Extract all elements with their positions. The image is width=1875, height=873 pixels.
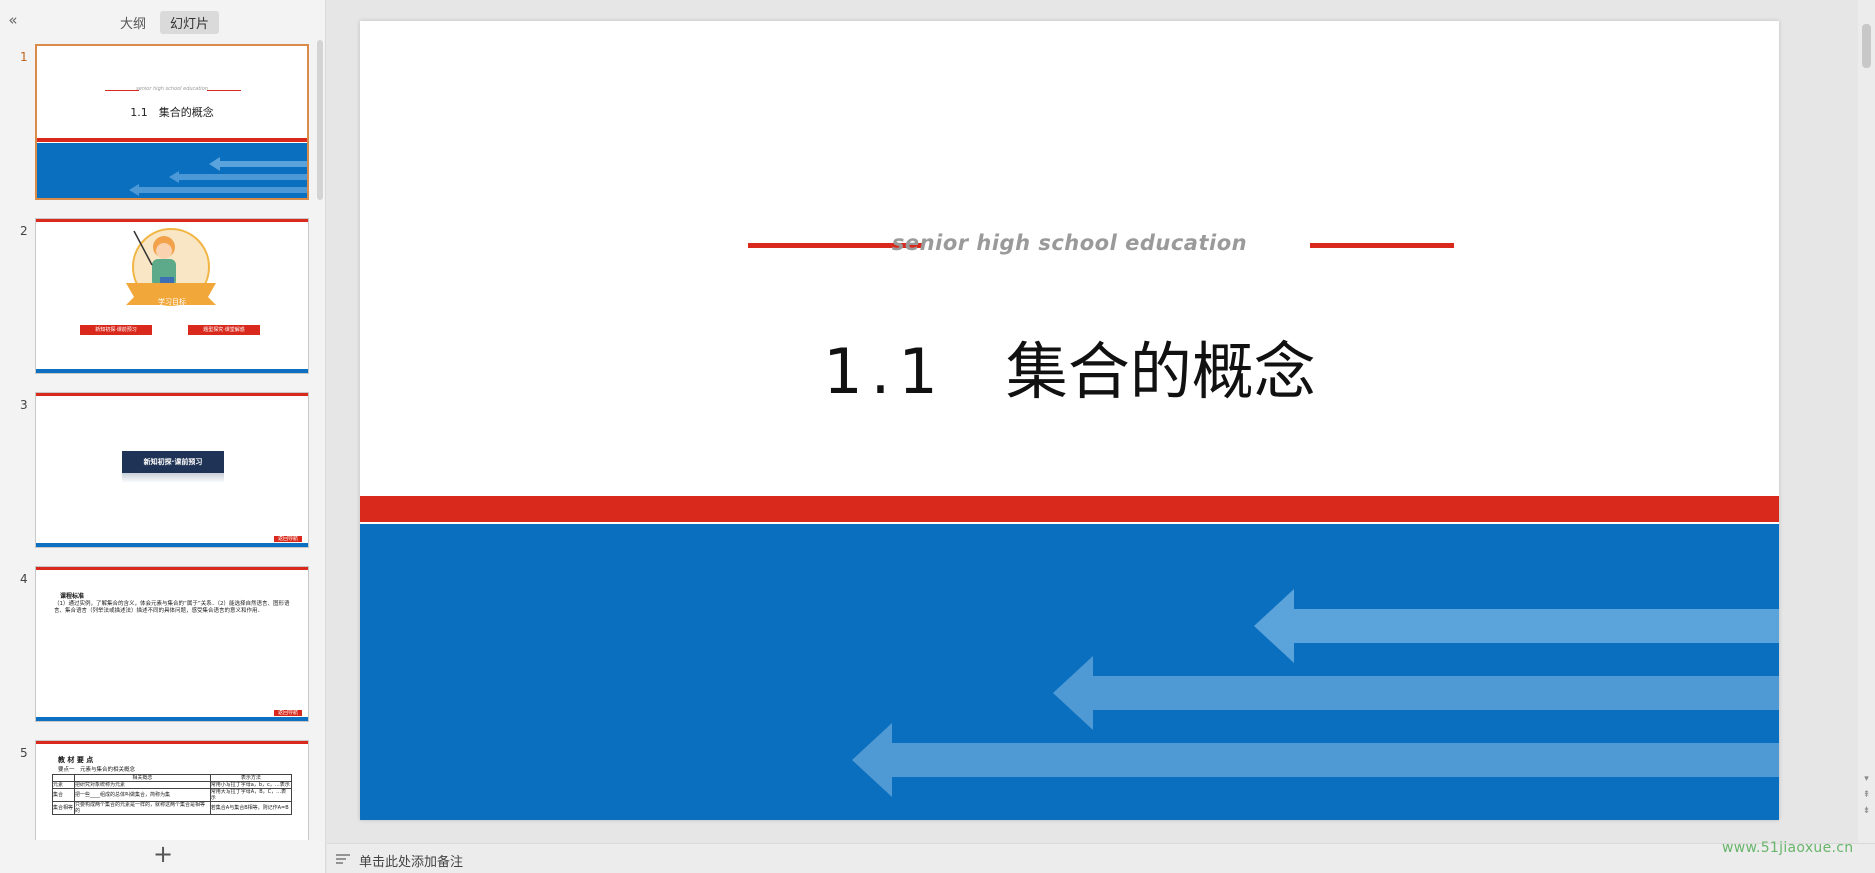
back-badge: 返回导航 bbox=[274, 710, 302, 716]
reflection bbox=[122, 473, 224, 483]
blue-bottom-bar bbox=[36, 717, 308, 721]
view-tabs: 大纲 幻灯片 bbox=[110, 11, 220, 34]
slide-thumbnail-1[interactable]: senior high school education 1.1 集合的概念 bbox=[35, 44, 309, 200]
scroll-thumb[interactable] bbox=[1862, 24, 1871, 68]
thumb-subtitle: senior high school education bbox=[136, 86, 208, 92]
slide-thumbnail-5[interactable]: 教 材 要 点 要点一 元素与集合的相关概念 相关概念 表示方法 元素 把研究对… bbox=[35, 740, 309, 840]
slide-thumbnail-row: 2 学习目标 新知初探·课前预习 题型探究·课堂解惑 bbox=[0, 218, 320, 378]
slide-number: 2 bbox=[20, 224, 28, 238]
table-row: 集合 把一些____组成的总体叫做集合，简称为集 常用大写拉丁字母A，B，C，…… bbox=[52, 788, 293, 802]
back-badge: 返回导航 bbox=[274, 536, 302, 542]
slide-thumbnail-4[interactable]: 课程标准 （1）通过实例，了解集合的含义，体会元素与集合的“属于”关系．（2）能… bbox=[35, 566, 309, 722]
vertical-scrollbar[interactable]: ▾ ⇞ ⇟ bbox=[1858, 0, 1875, 843]
scroll-down-icon[interactable]: ▾ bbox=[1858, 774, 1875, 784]
slide-number: 3 bbox=[20, 398, 28, 412]
title-number: 1.1 bbox=[823, 335, 946, 408]
thumb-table: 相关概念 表示方法 元素 把研究对象统称为元素 常用小写拉丁字母a，b，c，…表… bbox=[52, 774, 293, 815]
red-top-bar bbox=[36, 741, 308, 744]
blue-area bbox=[37, 143, 307, 198]
table-row: 集合相等 只要构成两个集合的元素是一样的，就称这两个集合是相等的 若集合A与集合… bbox=[52, 801, 293, 815]
thumb-title: 1.1 集合的概念 bbox=[130, 106, 214, 119]
slides-panel: « 大纲 幻灯片 1 senior high school education … bbox=[0, 0, 326, 873]
notes-icon bbox=[336, 854, 350, 864]
red-top-bar bbox=[36, 393, 308, 396]
tab-slides[interactable]: 幻灯片 bbox=[160, 11, 220, 34]
thumb-heading: 课程标准 bbox=[60, 593, 85, 600]
watermark: www.51jiaoxue.cn bbox=[1722, 840, 1854, 856]
slide-thumbnail-2[interactable]: 学习目标 新知初探·课前预习 题型探究·课堂解惑 bbox=[35, 218, 309, 374]
red-top-bar bbox=[36, 219, 308, 222]
thumb-body: （1）通过实例，了解集合的含义，体会元素与集合的“属于”关系．（2）能选择自然语… bbox=[54, 601, 290, 614]
arrows-graphic bbox=[129, 157, 307, 196]
arrows-graphic bbox=[852, 589, 1779, 797]
slide-thumbnail-row: 5 教 材 要 点 要点一 元素与集合的相关概念 相关概念 表示方法 元素 把研… bbox=[0, 740, 320, 840]
slide-number: 5 bbox=[20, 746, 28, 760]
blue-bottom-bar bbox=[36, 543, 308, 547]
collapse-panel-icon[interactable]: « bbox=[5, 11, 21, 29]
slide-thumbnail-row: 1 senior high school education 1.1 集合的概念 bbox=[0, 44, 320, 204]
thumb-subheading: 要点一 元素与集合的相关概念 bbox=[58, 767, 136, 773]
next-slide-icon[interactable]: ⇟ bbox=[1858, 806, 1875, 816]
current-slide[interactable]: senior high school education 1.1 集合的概念 bbox=[360, 21, 1779, 820]
title-text: 集合的概念 bbox=[1005, 335, 1316, 408]
tab-outline[interactable]: 大纲 bbox=[110, 11, 156, 34]
thumb-heading: 教 材 要 点 bbox=[58, 756, 94, 764]
plus-icon[interactable]: + bbox=[151, 842, 175, 867]
slide-thumbnail-list: 1 senior high school education 1.1 集合的概念… bbox=[0, 40, 320, 840]
slide-subtitle[interactable]: senior high school education bbox=[360, 231, 1779, 255]
thumb-button: 题型探究·课堂解惑 bbox=[188, 325, 260, 335]
notes-input[interactable]: 单击此处添加备注 bbox=[359, 851, 463, 870]
notes-bar: 单击此处添加备注 bbox=[327, 843, 1875, 873]
red-band bbox=[360, 496, 1779, 522]
thumb-button: 新知初探·课前预习 bbox=[80, 325, 152, 335]
thumb-banner: 学习目标 bbox=[158, 298, 186, 306]
thumbnail-scrollbar[interactable] bbox=[317, 40, 323, 200]
slide-thumbnail-row: 3 新知初探·课前预习 返回导航 bbox=[0, 392, 320, 552]
slide-editor: senior high school education 1.1 集合的概念 bbox=[327, 0, 1875, 843]
prev-slide-icon[interactable]: ⇞ bbox=[1858, 790, 1875, 800]
blue-bottom-bar bbox=[36, 369, 308, 373]
slide-thumbnail-3[interactable]: 新知初探·课前预习 返回导航 bbox=[35, 392, 309, 548]
slide-number: 1 bbox=[20, 50, 28, 64]
slide-thumbnail-row: 4 课程标准 （1）通过实例，了解集合的含义，体会元素与集合的“属于”关系．（2… bbox=[0, 566, 320, 726]
blue-area bbox=[360, 524, 1779, 820]
slide-title[interactable]: 1.1 集合的概念 bbox=[360, 321, 1779, 411]
slide-number: 4 bbox=[20, 572, 28, 586]
red-top-bar bbox=[36, 567, 308, 570]
table-row: 元素 把研究对象统称为元素 常用小写拉丁字母a，b，c，…表示 bbox=[52, 781, 293, 789]
thumb-header-box: 新知初探·课前预习 bbox=[122, 451, 224, 473]
red-band bbox=[37, 138, 307, 142]
